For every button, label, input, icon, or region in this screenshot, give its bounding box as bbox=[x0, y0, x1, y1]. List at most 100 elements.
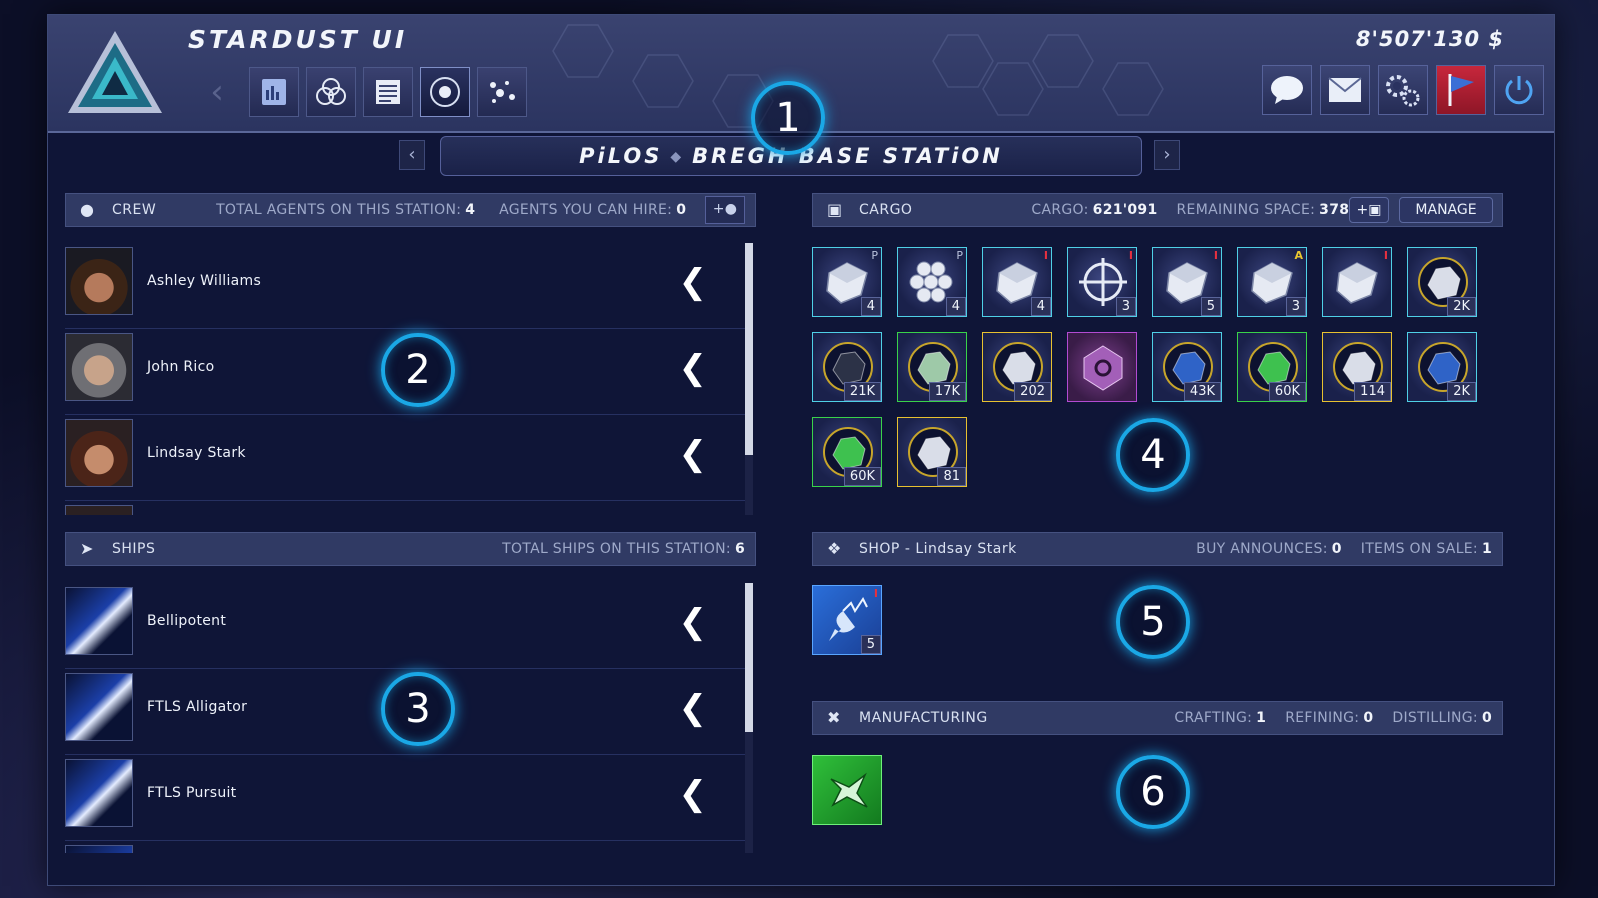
item-tier-tag: I bbox=[1213, 249, 1218, 262]
station-name: BREGH BASE STATiON bbox=[692, 144, 1003, 168]
cargo-item[interactable]: 60K bbox=[1237, 332, 1307, 402]
cargo-item[interactable]: P4 bbox=[897, 247, 967, 317]
report-icon[interactable] bbox=[249, 67, 299, 117]
cargo-item[interactable]: I3 bbox=[1067, 247, 1137, 317]
cargo-item[interactable]: P4 bbox=[812, 247, 882, 317]
refining-value: 0 bbox=[1363, 710, 1374, 726]
cargo-item[interactable]: 60K bbox=[812, 417, 882, 487]
crew-scrollbar[interactable] bbox=[745, 243, 753, 515]
ships-stats: TOTAL SHIPS ON THIS STATION: 6 bbox=[502, 533, 745, 565]
ships-total: 6 bbox=[734, 541, 745, 557]
item-quantity: 2K bbox=[1447, 297, 1476, 316]
marker-3: 3 bbox=[381, 672, 455, 746]
item-quantity: 5 bbox=[1200, 297, 1221, 316]
item-tier-tag: I bbox=[1043, 249, 1048, 262]
item-tier-tag: A bbox=[1294, 249, 1303, 262]
flag-icon[interactable] bbox=[1436, 65, 1486, 115]
item-quantity: 4 bbox=[860, 297, 881, 316]
item-quantity: 3 bbox=[1115, 297, 1136, 316]
crafting-value: 1 bbox=[1256, 710, 1267, 726]
power-icon[interactable] bbox=[1494, 65, 1544, 115]
cargo-header: ▣ CARGO CARGO:621'091 REMAINING SPACE:37… bbox=[812, 193, 1503, 227]
manage-button[interactable]: MANAGE bbox=[1399, 197, 1493, 223]
hex-pattern bbox=[552, 24, 1164, 128]
faction-icon[interactable] bbox=[306, 67, 356, 117]
list-item[interactable]: FTLS Pursuit ❮ bbox=[65, 755, 745, 841]
item-quantity: 3 bbox=[1285, 297, 1306, 316]
avatar bbox=[65, 505, 133, 515]
chevron-left-icon[interactable]: ❮ bbox=[679, 437, 708, 471]
list-item[interactable]: Ashley Williams ❮ bbox=[65, 243, 745, 329]
shop-item[interactable]: I 5 bbox=[812, 585, 882, 655]
cargo-item[interactable]: I5 bbox=[1152, 247, 1222, 317]
scroll-thumb[interactable] bbox=[745, 243, 753, 456]
cargo-item[interactable]: 202 bbox=[982, 332, 1052, 402]
item-quantity: 5 bbox=[860, 635, 881, 654]
prev-station-button[interactable]: ‹ bbox=[399, 140, 425, 170]
crew-hire-label: AGENTS YOU CAN HIRE: bbox=[499, 202, 673, 218]
cargo-item[interactable]: 17K bbox=[897, 332, 967, 402]
chevron-left-icon[interactable]: ❮ bbox=[679, 777, 708, 811]
mail-icon[interactable] bbox=[1320, 65, 1370, 115]
crew-name: Ashley Williams bbox=[147, 273, 262, 289]
distilling-value: 0 bbox=[1481, 710, 1492, 726]
item-quantity: 60K bbox=[1268, 382, 1306, 401]
item-quantity: 43K bbox=[1183, 382, 1221, 401]
station-icon[interactable] bbox=[420, 67, 470, 117]
cargo-item[interactable] bbox=[1067, 332, 1137, 402]
crew-total: 4 bbox=[465, 202, 476, 218]
item-tier-tag: P bbox=[871, 249, 878, 262]
cargo-item[interactable]: I bbox=[1322, 247, 1392, 317]
document-icon[interactable] bbox=[363, 67, 413, 117]
marker-2: 2 bbox=[381, 333, 455, 407]
person-icon: ● bbox=[80, 200, 94, 219]
chevron-left-icon[interactable]: ❮ bbox=[679, 605, 708, 639]
item-tier-tag: P bbox=[956, 249, 963, 262]
ships-header: ➤ SHIPS TOTAL SHIPS ON THIS STATION: 6 bbox=[65, 532, 756, 566]
chat-icon[interactable] bbox=[1262, 65, 1312, 115]
manufacturing-title: MANUFACTURING bbox=[859, 710, 988, 726]
ships-scrollbar[interactable] bbox=[745, 583, 753, 853]
shop-title: SHOP - Lindsay Stark bbox=[859, 541, 1017, 557]
starmap-icon[interactable] bbox=[477, 67, 527, 117]
cargo-item[interactable]: 2K bbox=[1407, 247, 1477, 317]
cargo-item[interactable]: 81 bbox=[897, 417, 967, 487]
ship-name: FTLS Pursuit bbox=[147, 785, 237, 801]
app-title: STARDUST UI bbox=[188, 25, 408, 54]
cargo-title: CARGO bbox=[859, 202, 913, 218]
chevron-left-icon[interactable]: ❮ bbox=[679, 691, 708, 725]
list-item[interactable] bbox=[65, 841, 745, 853]
cargo-item[interactable]: 2K bbox=[1407, 332, 1477, 402]
list-item[interactable] bbox=[65, 501, 745, 515]
add-cargo-button[interactable]: +▣ bbox=[1349, 197, 1389, 223]
top-actions bbox=[1262, 65, 1544, 115]
hire-agent-button[interactable]: +● bbox=[705, 196, 745, 224]
cargo-item[interactable]: A3 bbox=[1237, 247, 1307, 317]
list-item[interactable]: Bellipotent ❮ bbox=[65, 583, 745, 669]
cargo-stats: CARGO:621'091 REMAINING SPACE:378'909 bbox=[1031, 194, 1384, 226]
settings-icon[interactable] bbox=[1378, 65, 1428, 115]
chevron-left-icon[interactable]: ❮ bbox=[679, 351, 708, 385]
crafting-label: CRAFTING: bbox=[1174, 710, 1253, 726]
crew-name: John Rico bbox=[147, 359, 215, 375]
ship-icon: ➤ bbox=[80, 539, 94, 558]
item-quantity: 4 bbox=[1030, 297, 1051, 316]
avatar bbox=[65, 419, 133, 487]
crew-header: ● CREW TOTAL AGENTS ON THIS STATION: 4 AG… bbox=[65, 193, 756, 227]
cargo-item[interactable]: 43K bbox=[1152, 332, 1222, 402]
space-label: REMAINING SPACE: bbox=[1176, 202, 1316, 218]
ships-total-label: TOTAL SHIPS ON THIS STATION: bbox=[502, 541, 731, 557]
list-item[interactable]: Lindsay Stark ❮ bbox=[65, 415, 745, 501]
cargo-item[interactable]: 114 bbox=[1322, 332, 1392, 402]
main-window: STARDUST UI 8'507'130 $ ‹ ‹ PiLOS ◆ BREG… bbox=[47, 14, 1555, 886]
manufacturing-header: ✖ MANUFACTURING CRAFTING: 1 REFINING: 0 DI… bbox=[812, 701, 1503, 735]
manufacturing-item[interactable] bbox=[812, 755, 882, 825]
sale-value: 1 bbox=[1481, 541, 1492, 557]
back-button[interactable]: ‹ bbox=[192, 67, 242, 117]
scroll-thumb[interactable] bbox=[745, 583, 753, 732]
chevron-left-icon[interactable]: ❮ bbox=[679, 265, 708, 299]
next-station-button[interactable]: › bbox=[1154, 140, 1180, 170]
cargo-item[interactable]: I4 bbox=[982, 247, 1052, 317]
cargo-item[interactable]: 21K bbox=[812, 332, 882, 402]
avatar bbox=[65, 333, 133, 401]
